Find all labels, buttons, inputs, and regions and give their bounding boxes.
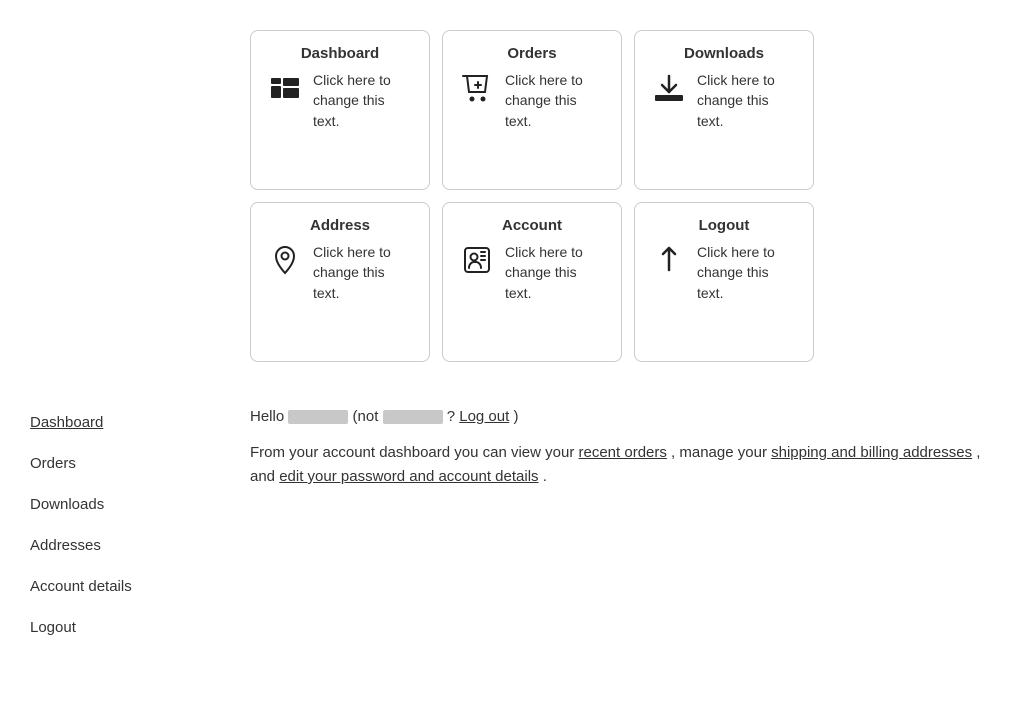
hello-line: Hello (not ? Log out )	[250, 408, 983, 425]
dashboard-icon	[267, 70, 303, 106]
card-downloads[interactable]: Downloads Click here to change this text…	[634, 30, 814, 190]
card-orders-body: Click here to change this text.	[459, 70, 605, 131]
card-dashboard[interactable]: Dashboard Click here to change this text…	[250, 30, 430, 190]
card-dashboard-title: Dashboard	[267, 45, 413, 62]
edit-password-link[interactable]: edit your password and account details	[279, 468, 538, 485]
card-logout-text: Click here to change this text.	[697, 242, 797, 303]
card-dashboard-body: Click here to change this text.	[267, 70, 413, 131]
hello-middle: (not	[353, 408, 383, 425]
description-line: From your account dashboard you can view…	[250, 441, 983, 489]
card-logout-title: Logout	[651, 217, 797, 234]
card-orders-title: Orders	[459, 45, 605, 62]
card-logout-body: Click here to change this text.	[651, 242, 797, 303]
shipping-billing-link[interactable]: shipping and billing addresses	[771, 444, 972, 461]
downloads-icon	[651, 70, 687, 106]
logout-icon	[651, 242, 687, 278]
sidebar-item-logout[interactable]: Logout	[30, 607, 190, 648]
main-content: Hello (not ? Log out ) From your account…	[250, 402, 983, 648]
desc-suffix: .	[543, 468, 547, 485]
desc-prefix: From your account dashboard you can view…	[250, 444, 579, 461]
logout-link[interactable]: Log out	[459, 408, 509, 425]
bottom-section: Dashboard Orders Downloads Addresses Acc…	[30, 392, 983, 648]
card-account[interactable]: Account Click here to change this text.	[442, 202, 622, 362]
card-orders[interactable]: Orders Click here to change this text.	[442, 30, 622, 190]
card-account-text: Click here to change this text.	[505, 242, 605, 303]
desc-middle1: , manage your	[671, 444, 771, 461]
orders-icon	[459, 70, 495, 106]
sidebar-nav: Dashboard Orders Downloads Addresses Acc…	[30, 402, 190, 648]
sidebar-item-downloads[interactable]: Downloads	[30, 484, 190, 525]
card-address[interactable]: Address Click here to change this text.	[250, 202, 430, 362]
username-redacted	[288, 410, 348, 424]
card-address-text: Click here to change this text.	[313, 242, 413, 303]
hello-suffix: ?	[447, 408, 460, 425]
card-downloads-text: Click here to change this text.	[697, 70, 797, 131]
card-dashboard-text: Click here to change this text.	[313, 70, 413, 131]
card-account-title: Account	[459, 217, 605, 234]
card-logout[interactable]: Logout Click here to change this text.	[634, 202, 814, 362]
card-grid: Dashboard Click here to change this text…	[250, 30, 983, 362]
sidebar-item-orders[interactable]: Orders	[30, 443, 190, 484]
address-icon	[267, 242, 303, 278]
card-account-body: Click here to change this text.	[459, 242, 605, 303]
card-downloads-body: Click here to change this text.	[651, 70, 797, 131]
sidebar-item-account-details[interactable]: Account details	[30, 566, 190, 607]
card-downloads-title: Downloads	[651, 45, 797, 62]
card-address-body: Click here to change this text.	[267, 242, 413, 303]
card-orders-text: Click here to change this text.	[505, 70, 605, 131]
username2-redacted	[383, 410, 443, 424]
sidebar-item-dashboard[interactable]: Dashboard	[30, 402, 190, 443]
sidebar-item-addresses[interactable]: Addresses	[30, 525, 190, 566]
hello-closing: )	[513, 408, 518, 425]
recent-orders-link[interactable]: recent orders	[579, 444, 667, 461]
card-address-title: Address	[267, 217, 413, 234]
hello-prefix: Hello	[250, 408, 284, 425]
account-icon	[459, 242, 495, 278]
